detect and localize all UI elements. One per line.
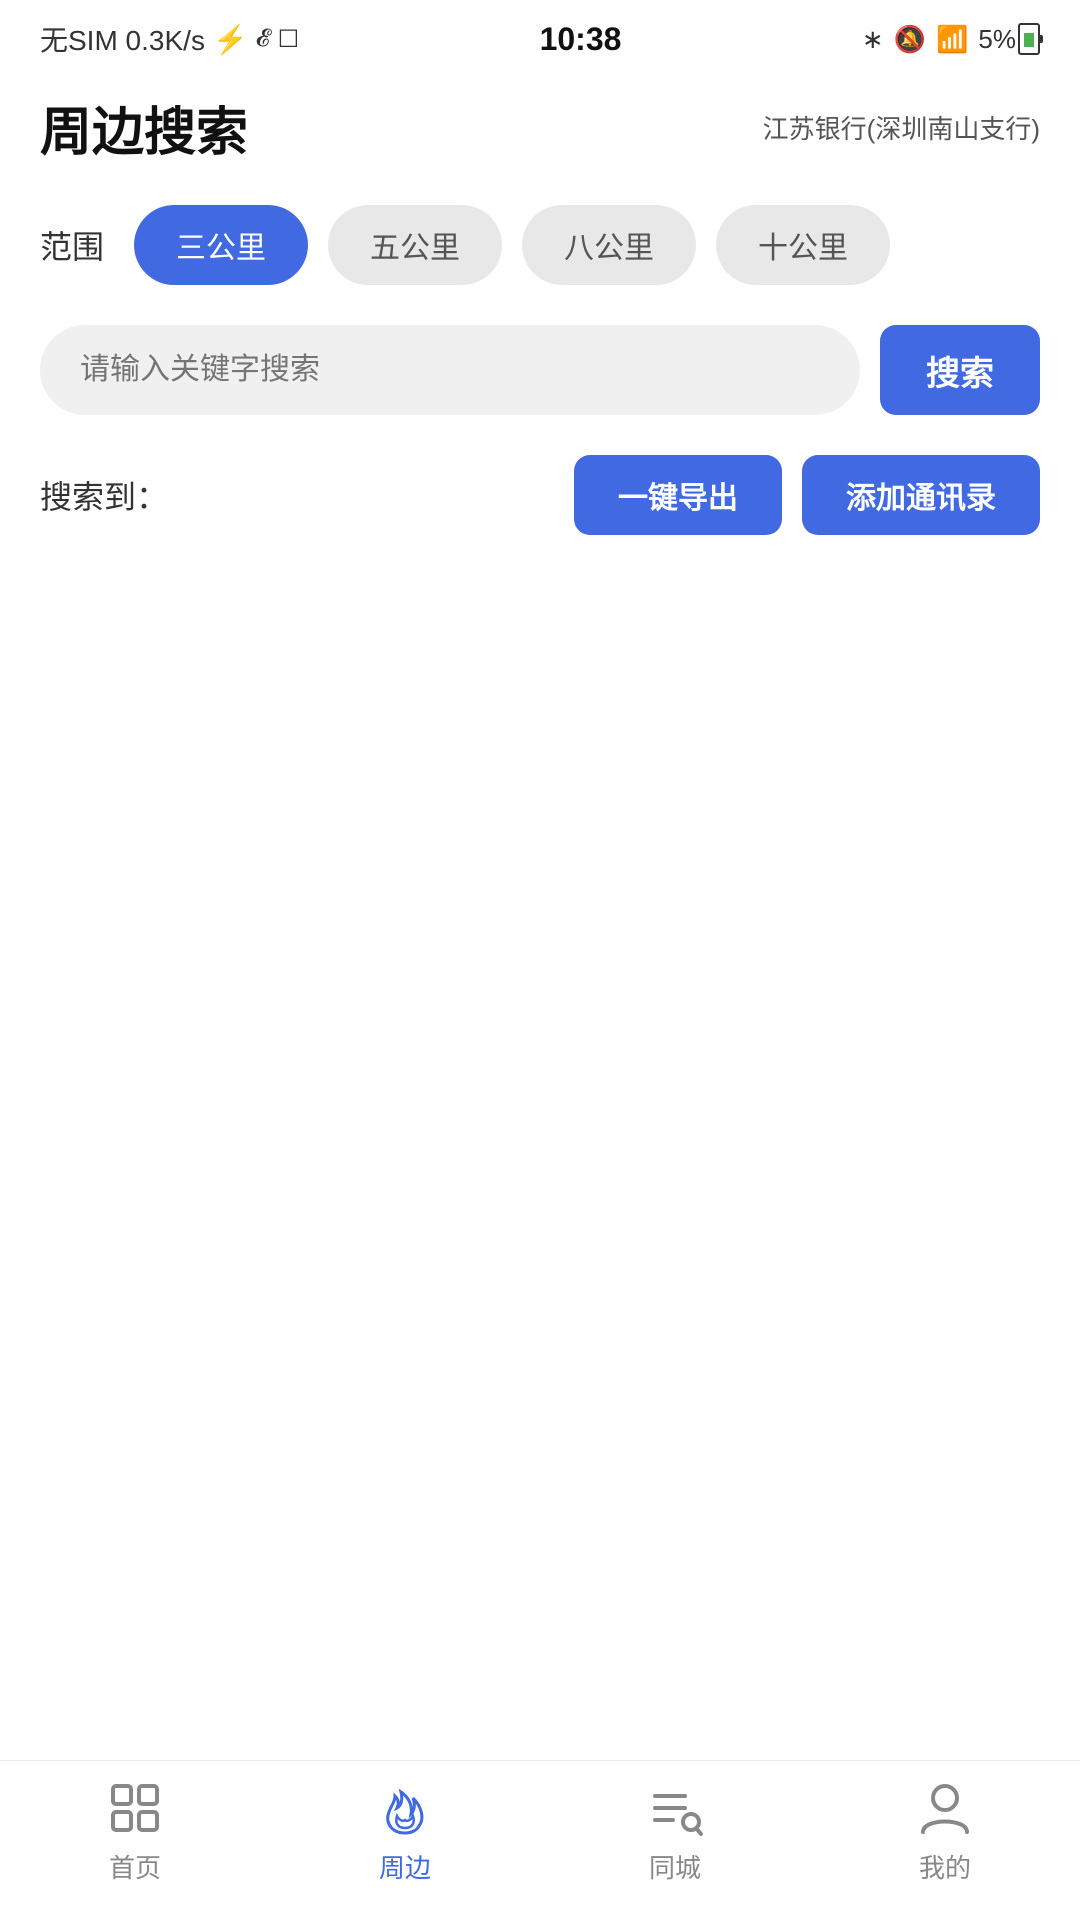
range-10km-button[interactable]: 十公里 [716, 205, 890, 285]
nav-label-nearby: 周边 [379, 1848, 431, 1885]
wifi-icon: 📶 [936, 24, 968, 55]
nav-item-nearby[interactable]: 周边 [325, 1776, 485, 1885]
status-left: 无SIM 0.3K/s ⚡ 𝓔 ☐ [40, 19, 299, 59]
usb-icon: ⚡ [213, 23, 248, 56]
search-section: 搜索 [0, 305, 1080, 435]
sim-status: 无SIM 0.3K/s [40, 19, 205, 59]
range-3km-button[interactable]: 三公里 [134, 205, 308, 285]
export-button[interactable]: 一键导出 [574, 455, 782, 535]
nav-label-city: 同城 [649, 1848, 701, 1885]
results-section: 搜索到： 一键导出 添加通讯录 [0, 435, 1080, 555]
bottom-nav: 首页 周边 同城 [0, 1760, 1080, 1920]
status-time: 10:38 [540, 21, 622, 58]
range-5km-button[interactable]: 五公里 [328, 205, 502, 285]
home-icon [103, 1776, 167, 1840]
nav-item-city[interactable]: 同城 [595, 1776, 755, 1885]
nav-label-profile: 我的 [919, 1848, 971, 1885]
mute-icon: 🔕 [894, 24, 926, 55]
range-section: 范围 三公里 五公里 八公里 十公里 [0, 185, 1080, 305]
range-label: 范围 [40, 222, 104, 268]
header: 周边搜索 江苏银行(深圳南山支行) [0, 70, 1080, 185]
status-right: ∗ 🔕 📶 5% [862, 23, 1040, 55]
results-label: 搜索到： [40, 472, 168, 518]
city-icon [643, 1776, 707, 1840]
page-title: 周边搜索 [40, 90, 248, 165]
bluetooth-icon: ∗ [862, 24, 884, 55]
battery-icon [1018, 23, 1040, 55]
battery-status: 5% [978, 23, 1040, 55]
content-area [0, 555, 1080, 1455]
sim-icon: ☐ [278, 25, 300, 54]
data-icon: 𝓔 [256, 25, 270, 53]
nav-label-home: 首页 [109, 1848, 161, 1885]
range-8km-button[interactable]: 八公里 [522, 205, 696, 285]
search-button[interactable]: 搜索 [880, 325, 1040, 415]
nearby-icon [373, 1776, 437, 1840]
status-bar: 无SIM 0.3K/s ⚡ 𝓔 ☐ 10:38 ∗ 🔕 📶 5% [0, 0, 1080, 70]
results-actions: 一键导出 添加通讯录 [574, 455, 1040, 535]
profile-icon [913, 1776, 977, 1840]
location-text: 江苏银行(深圳南山支行) [763, 109, 1040, 146]
nav-item-home[interactable]: 首页 [55, 1776, 215, 1885]
add-contacts-button[interactable]: 添加通讯录 [802, 455, 1040, 535]
nav-item-profile[interactable]: 我的 [865, 1776, 1025, 1885]
search-input[interactable] [40, 325, 860, 415]
